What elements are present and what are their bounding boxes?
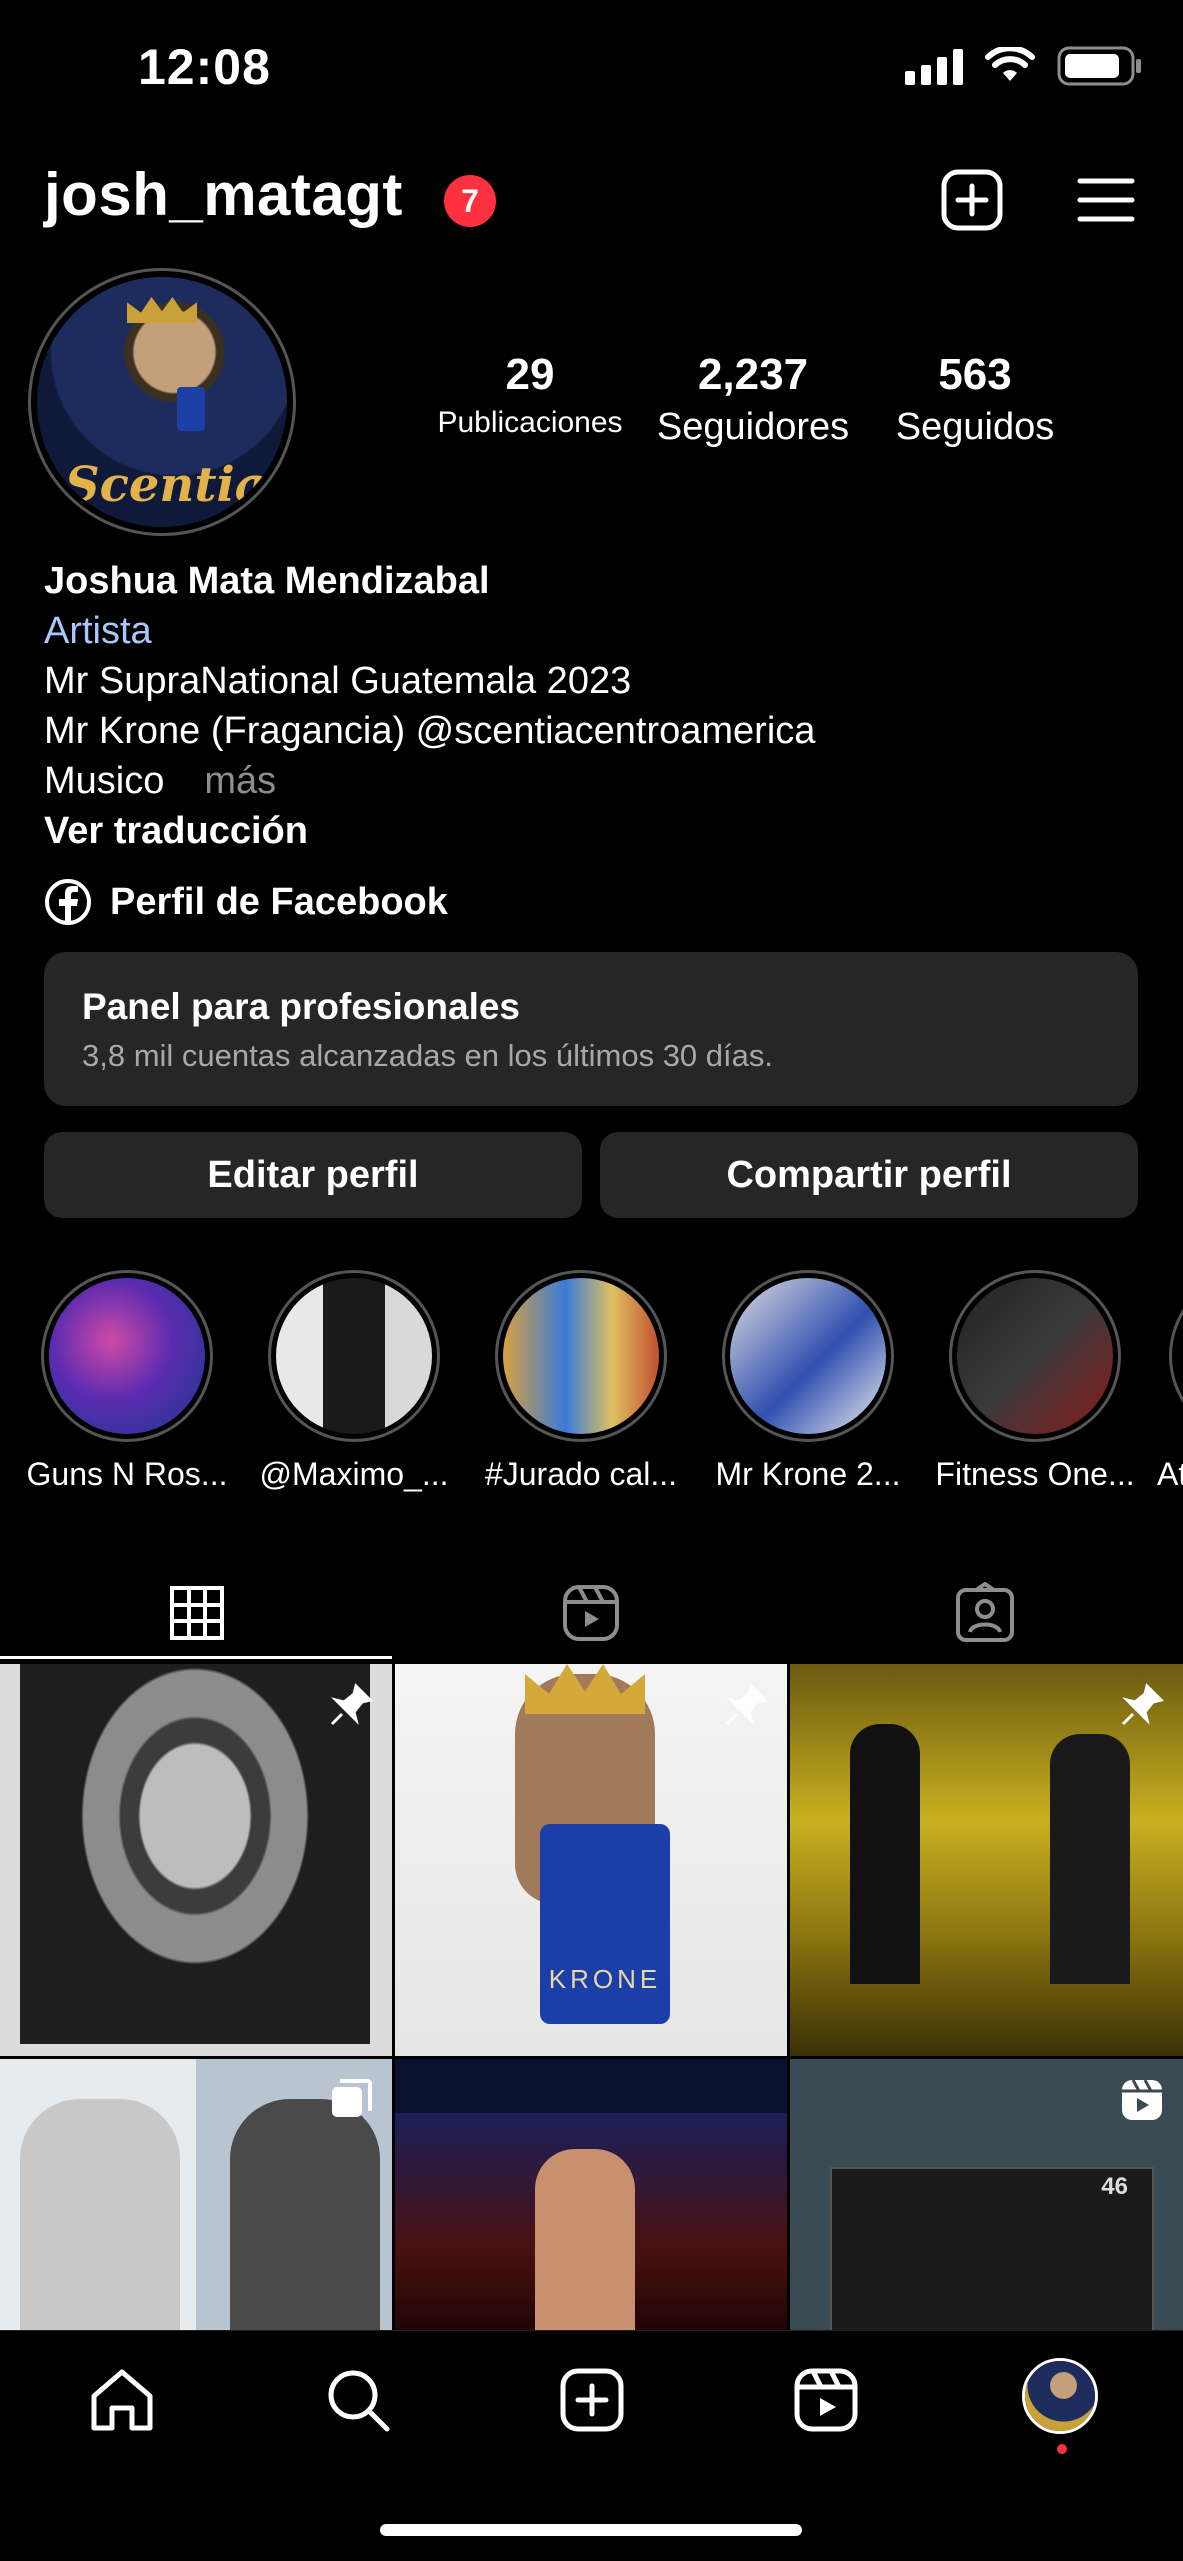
notification-badge[interactable]: 7 [444, 175, 496, 227]
nav-create-button[interactable] [552, 2360, 632, 2440]
stat-posts-value: 29 [505, 350, 555, 399]
highlight-cover [957, 1278, 1113, 1434]
carousel-icon [332, 2079, 372, 2117]
edit-profile-button[interactable]: Editar perfil [44, 1132, 582, 1218]
menu-icon [1077, 178, 1135, 222]
highlight-item-partial[interactable]: At [1157, 1270, 1183, 1500]
grid-icon [170, 1586, 224, 1640]
post-thumbnail[interactable]: KRONE [395, 1664, 787, 2056]
perfume-bottle-graphic [177, 387, 205, 431]
profile-avatar-icon [1025, 2361, 1095, 2431]
facebook-icon [45, 879, 91, 925]
highlight-cover [503, 1278, 659, 1434]
stat-following[interactable]: 563 Seguidos [880, 350, 1070, 449]
dashboard-title: Panel para profesionales [82, 986, 521, 1027]
bio-line-3-text: Musico [44, 760, 165, 802]
nav-home-button[interactable] [82, 2360, 162, 2440]
highlight-cover [276, 1278, 432, 1434]
bio-line-3: Musico más [44, 756, 276, 806]
share-profile-button[interactable]: Compartir perfil [600, 1132, 1138, 1218]
reels-nav-icon [794, 2368, 858, 2432]
highlight-item[interactable]: Mr Krone 2... [703, 1270, 913, 1493]
active-tab-indicator [0, 1656, 392, 1659]
profile-avatar[interactable]: Scentia [28, 268, 296, 536]
highlight-label: Fitness One... [935, 1456, 1135, 1492]
bio-line-1: Mr SupraNational Guatemala 2023 [44, 660, 632, 702]
highlight-item[interactable]: @Maximo_... [249, 1270, 459, 1493]
profile-notification-dot [1057, 2444, 1067, 2454]
new-post-button[interactable] [940, 168, 1004, 232]
pin-icon [1121, 1683, 1164, 1726]
bio-category: Artista [44, 610, 152, 652]
bio-full-name: Joshua Mata Mendizabal [44, 560, 490, 602]
tab-tagged[interactable] [788, 1568, 1182, 1658]
home-icon [91, 2369, 153, 2431]
battery-icon [1057, 46, 1141, 86]
stat-posts-label: Publicaciones [437, 406, 623, 439]
tab-reels[interactable] [394, 1568, 788, 1658]
pin-icon [330, 1683, 373, 1726]
highlight-label: #Jurado cal... [484, 1456, 678, 1492]
highlight-label: Mr Krone 2... [715, 1456, 901, 1492]
facebook-profile-link[interactable]: Perfil de Facebook [44, 878, 448, 926]
highlight-item[interactable]: Guns N Ros... [22, 1270, 232, 1493]
professional-dashboard[interactable]: Panel para profesionales 3,8 mil cuentas… [44, 952, 1138, 1106]
stat-followers-value: 2,237 [697, 350, 809, 399]
highlight-label: At [1157, 1456, 1183, 1492]
stat-followers-label: Seguidores [656, 406, 850, 448]
nav-reels-button[interactable] [786, 2360, 866, 2440]
wifi-icon [985, 47, 1035, 81]
tab-posts-grid[interactable] [0, 1568, 394, 1658]
search-icon [328, 2370, 390, 2432]
cellular-signal-icon [905, 47, 963, 85]
bio-line-2: Mr Krone (Fragancia) @scentiacentroameri… [44, 710, 816, 752]
highlight-label: @Maximo_... [259, 1456, 449, 1492]
post-thumbnail[interactable] [0, 1664, 392, 2056]
create-icon [560, 2368, 624, 2432]
post-overlay-text: 46 [1101, 2173, 1128, 2200]
profile-username[interactable]: josh_matagt [44, 160, 403, 229]
highlight-cover [49, 1278, 205, 1434]
highlight-item[interactable]: #Jurado cal... [476, 1270, 686, 1493]
status-icons [905, 46, 1143, 86]
post-thumbnail[interactable] [395, 2059, 787, 2330]
tagged-icon [956, 1582, 1014, 1642]
highlight-label: Guns N Ros... [26, 1456, 228, 1492]
nav-search-button[interactable] [318, 2360, 398, 2440]
highlight-cover [1169, 1270, 1183, 1442]
crown-graphic [127, 297, 197, 323]
post-image [395, 2059, 787, 2330]
bio-more-link[interactable]: más [204, 760, 276, 802]
highlight-item[interactable]: Fitness One... [930, 1270, 1140, 1493]
reels-icon [563, 1585, 619, 1641]
post-thumbnail[interactable]: 46 [790, 2059, 1183, 2330]
avatar-brand-text: Scentia [65, 457, 266, 513]
highlight-cover [730, 1278, 886, 1434]
menu-button[interactable] [1074, 168, 1138, 232]
stat-followers[interactable]: 2,237 Seguidores [648, 350, 858, 449]
home-indicator [380, 2524, 802, 2536]
post-thumbnail[interactable] [790, 1664, 1183, 2056]
new-post-icon [941, 169, 1003, 231]
dashboard-subtitle: 3,8 mil cuentas alcanzadas en los último… [82, 1038, 773, 1073]
post-thumbnail[interactable] [0, 2059, 392, 2330]
stat-following-value: 563 [938, 350, 1012, 399]
facebook-link-label: Perfil de Facebook [110, 880, 448, 923]
status-time: 12:08 [138, 39, 271, 95]
pin-icon [725, 1683, 768, 1726]
reel-badge-icon [1122, 2079, 1162, 2120]
see-translation-link[interactable]: Ver traducción [44, 806, 308, 856]
post-caption-text: KRONE [548, 1964, 662, 1994]
profile-photo: Scentia [37, 277, 287, 527]
stat-posts[interactable]: 29 Publicaciones [430, 350, 630, 440]
stat-following-label: Seguidos [895, 406, 1055, 448]
nav-profile-button[interactable] [1022, 2358, 1098, 2434]
